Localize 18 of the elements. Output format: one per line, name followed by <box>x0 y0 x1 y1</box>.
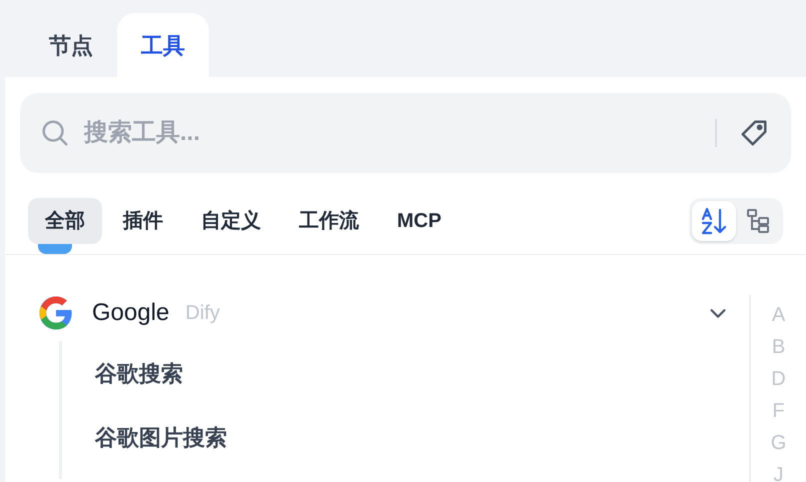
provider-row[interactable]: Google Dify <box>38 291 749 335</box>
provider-name: Google <box>92 298 170 328</box>
tag-icon[interactable] <box>739 118 769 148</box>
tree-view-icon <box>746 208 770 234</box>
search-icon <box>40 118 70 148</box>
view-mode-button[interactable] <box>692 201 736 241</box>
tab[interactable]: 工具 <box>117 13 209 77</box>
google-logo-icon <box>38 295 74 331</box>
tool-item[interactable]: 谷歌图片搜索 <box>62 405 749 469</box>
sort-az-icon <box>701 207 727 235</box>
filter-tab[interactable]: MCP <box>380 198 458 244</box>
filter-tab[interactable]: 全部 <box>28 198 102 244</box>
filter-tab[interactable]: 工作流 <box>282 198 376 244</box>
tab[interactable]: 节点 <box>25 13 117 77</box>
filter-tab[interactable]: 自定义 <box>184 198 278 244</box>
provider-author: Dify <box>185 301 220 326</box>
filter-tab[interactable]: 插件 <box>106 198 180 244</box>
tool-item[interactable]: 谷歌搜索 <box>62 341 749 405</box>
